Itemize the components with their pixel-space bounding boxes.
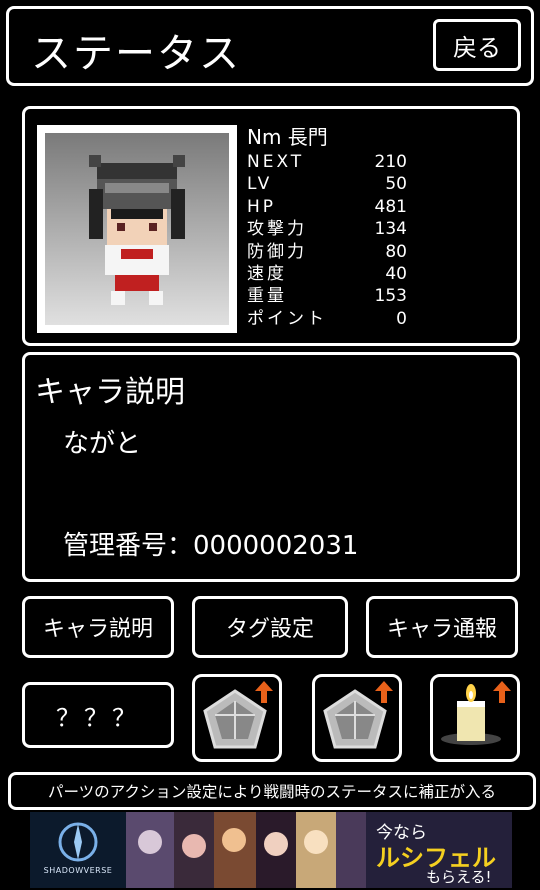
notice-bar: パーツのアクション設定により戦闘時のステータスに補正が入る xyxy=(8,772,536,810)
header-bar: ステータス 戻る xyxy=(6,6,534,86)
parts-slot-3[interactable] xyxy=(430,674,520,762)
char-description-button[interactable]: キャラ説明 xyxy=(22,596,174,658)
stat-row: HP 481 xyxy=(247,196,407,217)
stat-row: LV 50 xyxy=(247,174,407,195)
upgrade-arrow-icon xyxy=(493,681,511,703)
stat-row: 攻撃力 134 xyxy=(247,219,407,240)
stat-row: NEXT 210 xyxy=(247,152,407,172)
emblem-icon xyxy=(58,822,98,862)
parts-slot-1[interactable] xyxy=(192,674,282,762)
management-number: 管理番号：0000002031 xyxy=(63,531,359,561)
back-button[interactable]: 戻る xyxy=(433,19,521,71)
banner-characters xyxy=(126,812,366,888)
stat-row: 防御力 80 xyxy=(247,241,407,262)
description-title: キャラ説明 xyxy=(35,375,185,410)
upgrade-arrow-icon xyxy=(375,681,393,703)
stat-row: 速度 40 xyxy=(247,263,407,284)
status-panel: Nm 長門 NEXT 210 LV 50 HP 481 攻撃力 134 防御力 80 速度… xyxy=(22,106,520,346)
description-text: ながと xyxy=(63,429,142,459)
stats-table: NEXT 210 LV 50 HP 481 攻撃力 134 防御力 80 速度 40 重量 1… xyxy=(247,151,407,330)
page-title: ステータス xyxy=(31,31,241,77)
tag-settings-button[interactable]: タグ設定 xyxy=(192,596,348,658)
stat-row: 重量 153 xyxy=(247,286,407,307)
char-report-button[interactable]: キャラ通報 xyxy=(366,596,518,658)
banner-cta: 今なら ルシフェル もらえる! xyxy=(366,812,512,888)
upgrade-arrow-icon xyxy=(255,681,273,703)
unknown-button[interactable]: ？？？ xyxy=(22,682,174,748)
character-name: Nm 長門 xyxy=(247,125,328,149)
character-portrait xyxy=(37,125,237,333)
description-panel: キャラ説明 ながと 管理番号：0000002031 xyxy=(22,352,520,582)
shadowverse-logo: SHADOWVERSE xyxy=(30,812,126,888)
parts-slot-2[interactable] xyxy=(312,674,402,762)
ad-banner[interactable]: SHADOWVERSE 今なら ルシフェル もらえる! xyxy=(30,812,512,888)
stat-row: ポイント 0 xyxy=(247,308,407,329)
character-sprite xyxy=(89,155,185,305)
